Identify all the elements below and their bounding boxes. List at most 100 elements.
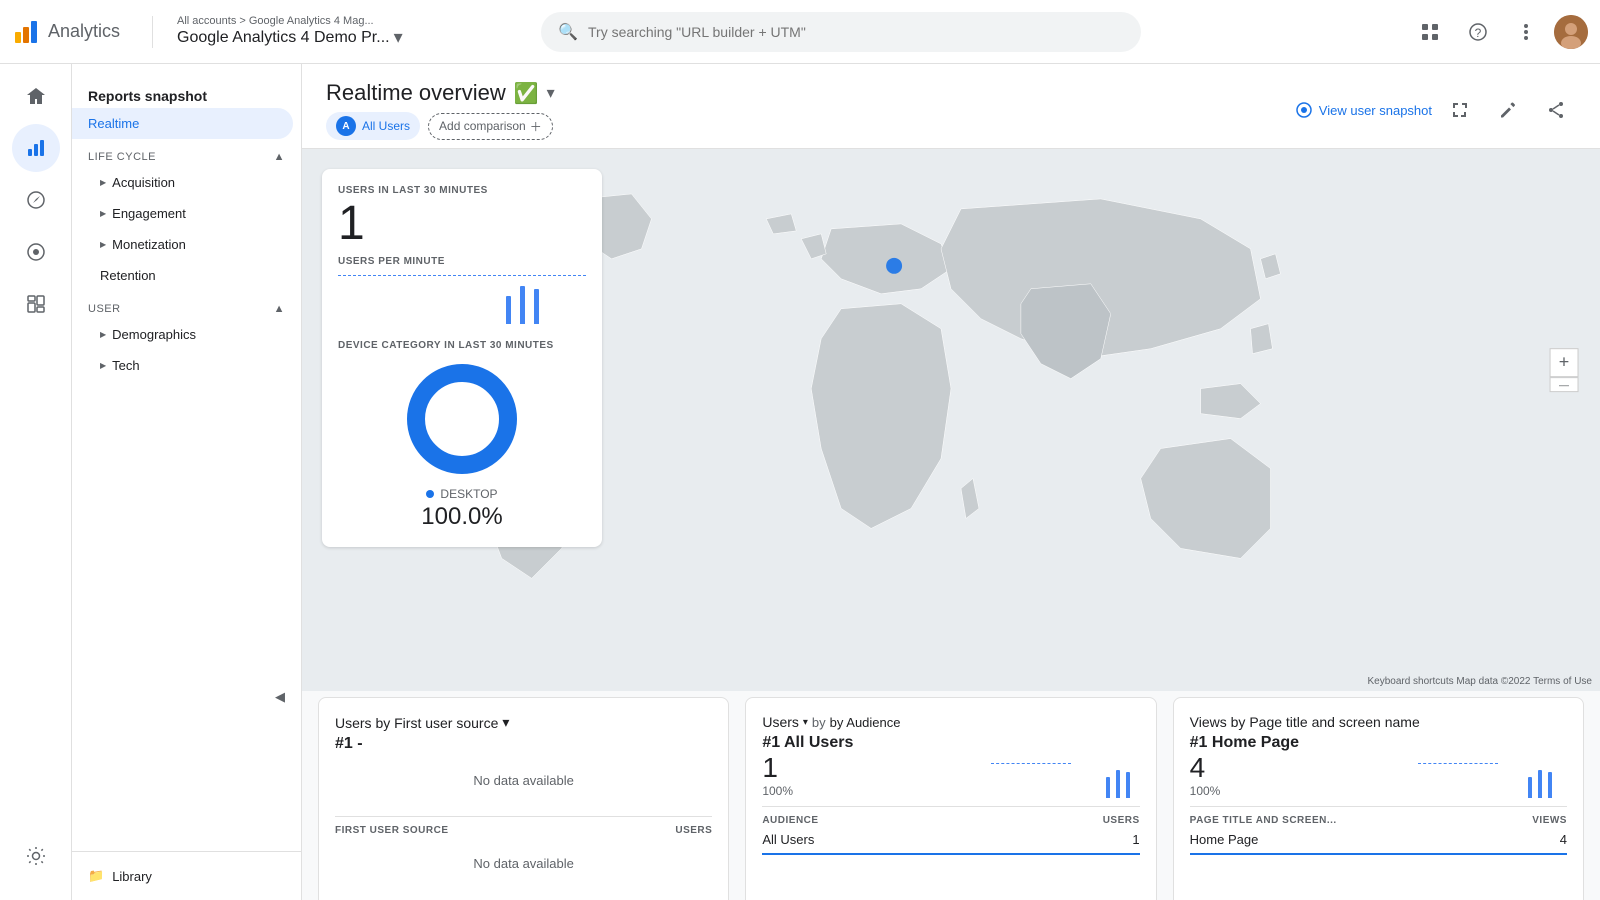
legend-dot [426, 490, 434, 498]
apps-icon[interactable] [1410, 12, 1450, 52]
card3-chart [1418, 761, 1567, 798]
card2-row: All Users 1 [762, 826, 1139, 855]
triangle-icon: ▶ [100, 209, 106, 218]
sidebar [0, 64, 72, 900]
users-per-min-label: USERS PER MINUTE [338, 256, 586, 267]
app-name: Analytics [48, 21, 120, 42]
sidebar-bottom [12, 832, 60, 900]
leftnav-retention[interactable]: Retention [72, 260, 301, 291]
logo-area: Analytics [12, 18, 136, 46]
library-icon: 📁 [88, 868, 104, 884]
top-nav: Analytics All accounts > Google Analytic… [0, 0, 1600, 64]
card2-header: AUDIENCE USERS [762, 815, 1139, 826]
svg-text:—: — [1559, 381, 1569, 392]
device-name: DESKTOP [440, 487, 497, 501]
account-path: All accounts > Google Analytics 4 Mag... [177, 15, 403, 27]
sidebar-reports-icon[interactable] [12, 124, 60, 172]
zoom-controls: + — [1550, 349, 1578, 392]
card1-dropdown-icon[interactable]: ▾ [502, 714, 509, 731]
users-30min-label: USERS IN LAST 30 MINUTES [338, 185, 586, 196]
avatar[interactable] [1554, 15, 1588, 49]
leftnav-reports-title: Reports snapshot [72, 80, 301, 108]
left-nav: Reports snapshot Realtime Life cycle ▲ ▶… [72, 64, 302, 900]
help-icon[interactable]: ? [1458, 12, 1498, 52]
leftnav-library[interactable]: 📁 Library [72, 851, 301, 900]
users-30min-value: 1 [338, 200, 586, 248]
main-actions: View user snapshot [1295, 90, 1576, 130]
card2-pct: 100% [762, 784, 793, 798]
sidebar-settings-icon[interactable] [12, 832, 60, 880]
svg-text:+: + [1559, 352, 1570, 372]
account-name: Google Analytics 4 Demo Pr... ▾ [177, 27, 403, 48]
page-title: Realtime overview [326, 80, 506, 106]
add-icon: ＋ [530, 118, 542, 135]
dashed-line [338, 275, 586, 276]
card2-rank: #1 All Users [762, 734, 1139, 752]
collapse-icon: ◀ [275, 689, 285, 705]
user-section-title[interactable]: User ▲ [88, 303, 285, 315]
leftnav-engagement[interactable]: ▶ Engagement [72, 198, 301, 229]
card3-value: 4 [1190, 752, 1221, 784]
analytics-logo-icon [12, 18, 40, 46]
card3-title: Views by Page title and screen name [1190, 714, 1567, 730]
sidebar-home-icon[interactable] [12, 72, 60, 120]
sidebar-explore-icon[interactable] [12, 176, 60, 224]
topnav-actions: ? [1410, 12, 1588, 52]
sidebar-advertising-icon[interactable] [12, 228, 60, 276]
user-section: User ▲ [72, 291, 301, 319]
search-input[interactable] [588, 24, 1124, 40]
user-collapse-icon: ▲ [274, 303, 285, 315]
card3-pct: 100% [1190, 784, 1221, 798]
leftnav-realtime[interactable]: Realtime [72, 108, 293, 139]
map-section: + — Keyboard shortcuts Map data ©2022 Te… [302, 149, 1600, 689]
bottom-cards: Users by First user source ▾ #1 - No dat… [302, 689, 1600, 900]
users-30min-card: USERS IN LAST 30 MINUTES 1 USERS PER MIN… [322, 169, 602, 547]
main-header: Realtime overview ✅ ▾ A All Users Add co… [302, 64, 1600, 149]
device-donut [402, 359, 522, 479]
lifecycle-section: Life cycle ▲ [72, 139, 301, 167]
page-views-card: Views by Page title and screen name #1 H… [1173, 697, 1584, 900]
leftnav-monetization[interactable]: ▶ Monetization [72, 229, 301, 260]
leftnav-demographics[interactable]: ▶ Demographics [72, 319, 301, 350]
collapse-nav-button[interactable]: ◀ [72, 681, 301, 713]
card1-header: FIRST USER SOURCE USERS [335, 825, 712, 836]
card3-header: PAGE TITLE AND SCREEN... VIEWS [1190, 815, 1567, 826]
card1-title: Users by First user source ▾ [335, 714, 712, 731]
all-users-avatar: A [336, 116, 356, 136]
account-chevron-icon[interactable]: ▾ [394, 27, 403, 48]
card3-rank: #1 Home Page [1190, 734, 1567, 752]
lifecycle-title[interactable]: Life cycle ▲ [88, 151, 285, 163]
snapshot-icon [1295, 101, 1313, 119]
account-selector[interactable]: All accounts > Google Analytics 4 Mag...… [177, 15, 403, 48]
title-dropdown-icon[interactable]: ▾ [547, 83, 555, 103]
first-user-source-card: Users by First user source ▾ #1 - No dat… [318, 697, 729, 900]
card2-value: 1 [762, 752, 793, 784]
svg-text:?: ? [1475, 26, 1482, 40]
add-comparison-button[interactable]: Add comparison ＋ [428, 113, 553, 140]
triangle-icon: ▶ [100, 178, 106, 187]
search-bar[interactable]: 🔍 [541, 12, 1141, 52]
leftnav-tech[interactable]: ▶ Tech [72, 350, 301, 381]
search-icon: 🔍 [558, 22, 578, 42]
all-users-pill[interactable]: A All Users [326, 112, 420, 140]
device-label: DEVICE CATEGORY IN LAST 30 MINUTES [338, 340, 586, 351]
users-per-min-chart [338, 284, 586, 324]
device-legend: DESKTOP [338, 487, 586, 501]
main-title-row: Realtime overview ✅ ▾ [326, 80, 555, 106]
map-attribution: Keyboard shortcuts Map data ©2022 Terms … [1367, 676, 1592, 687]
leftnav-acquisition[interactable]: ▶ Acquisition [72, 167, 301, 198]
card2-dropdown-icon[interactable]: ▾ [803, 717, 808, 728]
view-user-snapshot-button[interactable]: View user snapshot [1295, 101, 1432, 119]
edit-icon[interactable] [1488, 90, 1528, 130]
main-content: Realtime overview ✅ ▾ A All Users Add co… [302, 64, 1600, 900]
share-icon[interactable] [1536, 90, 1576, 130]
card1-no-data: No data available [335, 753, 712, 808]
verified-icon: ✅ [514, 81, 539, 106]
more-icon[interactable] [1506, 12, 1546, 52]
triangle-icon: ▶ [100, 240, 106, 249]
device-percentage: 100.0% [338, 503, 586, 531]
expand-icon[interactable] [1440, 90, 1480, 130]
card1-rank: #1 - [335, 735, 712, 753]
audience-card: Users ▾ by by Audience #1 All Users 1 10… [745, 697, 1156, 900]
sidebar-data-icon[interactable] [12, 280, 60, 328]
